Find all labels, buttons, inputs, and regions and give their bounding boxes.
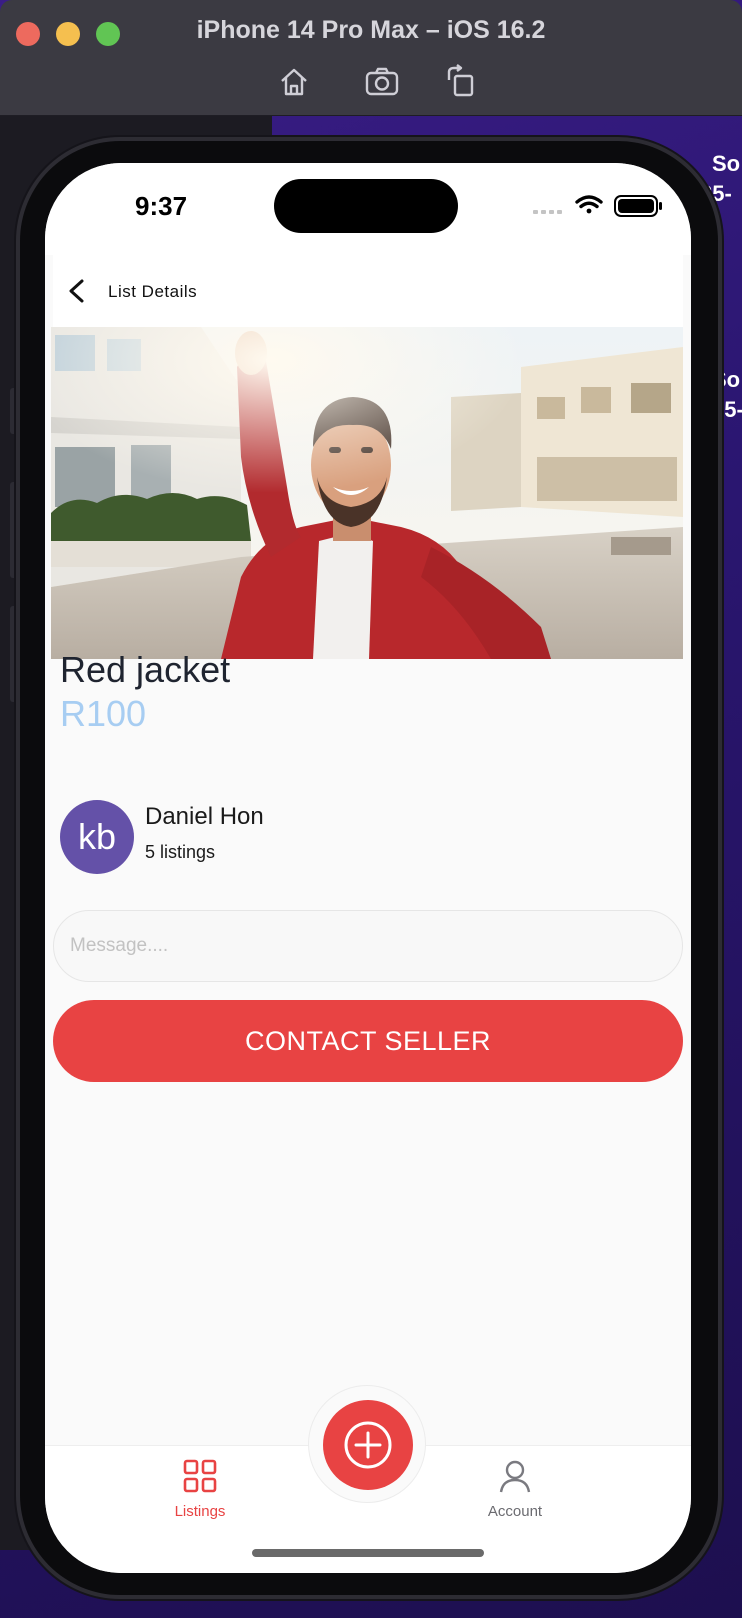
plus-icon	[344, 1421, 392, 1469]
page-title: List Details	[108, 282, 198, 301]
nav-header: List Details	[53, 255, 683, 327]
tab-account[interactable]: Account	[455, 1458, 575, 1520]
status-time: 9:37	[135, 191, 188, 221]
status-bar: 9:37	[45, 163, 691, 255]
back-button[interactable]	[63, 277, 91, 305]
home-indicator	[252, 1549, 484, 1557]
grid-icon	[183, 1459, 217, 1493]
listing-title: Red jacket	[60, 649, 231, 690]
seller-listings-count: 5 listings	[145, 842, 216, 862]
app-screen: 9:37 List Details Red jacket R100 kb Dan…	[45, 163, 691, 1573]
desktop-text-fragment: So	[712, 151, 741, 176]
user-icon	[499, 1460, 531, 1493]
contact-seller-button[interactable]: CONTACT SELLER	[53, 1000, 683, 1082]
listing-price: R100	[60, 693, 147, 734]
seller-name: Daniel Hon	[145, 803, 264, 830]
listing-photo	[51, 327, 683, 659]
wifi-icon	[575, 195, 603, 214]
desktop-window-edge	[10, 482, 20, 578]
dynamic-island	[274, 179, 458, 233]
tab-listings[interactable]: Listings	[140, 1458, 260, 1520]
desktop-window-edge	[10, 606, 20, 702]
chevron-left-icon	[69, 279, 84, 303]
message-input[interactable]	[53, 910, 683, 982]
battery-icon	[614, 195, 662, 217]
simulator-titlebar: iPhone 14 Pro Max – iOS 16.2	[0, 0, 742, 116]
seller-avatar[interactable]: kb	[60, 800, 134, 874]
window-title: iPhone 14 Pro Max – iOS 16.2	[196, 16, 546, 44]
screenshot-icon[interactable]	[364, 64, 400, 100]
tab-label: Listings	[174, 1503, 226, 1520]
rotate-icon[interactable]	[444, 64, 480, 100]
tab-label: Account	[487, 1503, 543, 1520]
signal-icon	[533, 210, 562, 214]
add-listing-button[interactable]	[323, 1400, 413, 1490]
desktop-window-edge	[10, 388, 20, 434]
status-icons	[533, 193, 663, 224]
home-icon[interactable]	[276, 64, 312, 100]
